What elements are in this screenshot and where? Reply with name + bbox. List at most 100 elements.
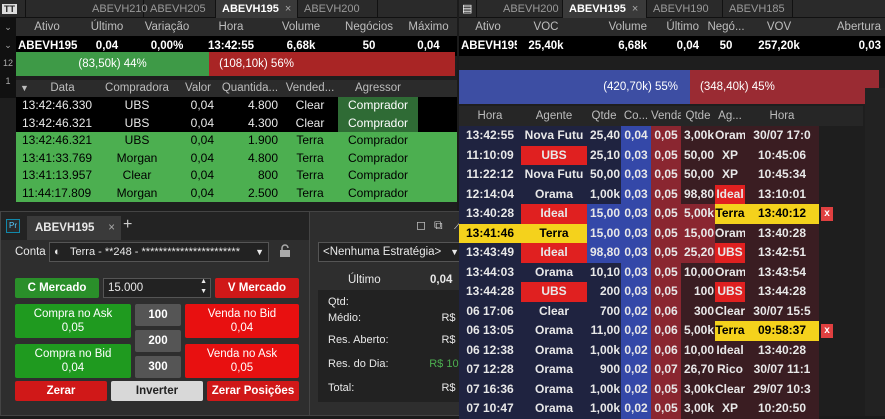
detach-icon[interactable]: ⧉ [434,218,443,233]
strategy-select[interactable]: <Nenhuma Estratégia> ▼ [318,242,464,262]
inverter-button[interactable]: Inverter [111,381,203,401]
book-row[interactable]: 13:42:55Nova Futu25,400,040,053,00kOrama… [459,126,863,146]
col-compradora[interactable]: Compradora [96,80,178,97]
account-select[interactable]: ◐ Terra - **248 - **********************… [49,242,269,262]
book-row[interactable]: 07 12:28 Orama 900 0,02 0,07 26,70 Rico 30/07 1… [459,360,863,380]
quote-abertura: 0,03 [858,40,881,52]
c-mercado-button[interactable]: C Mercado [15,278,99,298]
qty-200-button[interactable]: 200 [135,330,181,352]
col-venda[interactable]: Venda [651,106,681,126]
col-agente[interactable]: Agente [521,106,587,126]
book-cell: 0,03 [621,184,651,204]
lock-icon[interactable] [279,244,291,258]
tab-abevh190[interactable]: ABEVH190 [647,0,723,18]
tab-abevh200[interactable]: ABEVH200 [298,0,378,18]
book-row[interactable]: 11:22:12 Nova Futu 50,00 0,03 0,05 50,00 XP 10:… [459,165,863,185]
venda-ask-button[interactable]: Venda no Ask 0,05 [185,344,299,378]
col-maximo[interactable]: Máximo [400,18,457,36]
close-icon[interactable]: × [108,216,115,240]
col-compra[interactable]: Co... [621,106,651,126]
col-qtde[interactable]: Qtde [587,106,621,126]
table-row[interactable]: 11:44:17.809 Morgan 0,04 2.500 Terra Comprado… [16,184,457,202]
col-hora[interactable]: Hora [745,106,819,126]
book-row[interactable]: 06 13:05 Orama 11,00 0,02 0,06 5,00k Terra 09:5… [459,321,863,341]
order-tab[interactable]: ABEVH195 × [27,216,121,240]
col-ultimo[interactable]: Último [78,18,136,36]
table-row[interactable]: 13:42:46.321 UBS 0,04 4.300 Clear Comprador [16,114,457,132]
col-abertura[interactable]: Abertura [809,18,885,36]
zerar-posicoes-button[interactable]: Zerar Posições [207,381,299,401]
chevron-icon[interactable]: ⌄ [0,18,16,36]
tab-abevh195[interactable]: ABEVH195 × [216,0,298,18]
table-cell: 4.800 [247,98,278,112]
book-row[interactable]: 12:14:04 Orama 1,00k 0,03 0,05 98,80 Ideal 13:1… [459,184,863,204]
close-icon[interactable]: × [632,3,638,15]
chevron-icon[interactable]: ⌄ [0,36,16,54]
account-value: Terra - **248 - *********************** [70,246,240,258]
col-agressor[interactable]: Agressor [338,80,418,97]
book-row[interactable]: 13:40:28 Ideal 15,00 0,03 0,05 5,00k Terra 13:4… [459,204,863,224]
tab-abevh195[interactable]: ABEVH195 × [563,0,647,18]
book-row[interactable]: 13:44:28 UBS 200 0,03 0,05 100 UBS 13:44:28 [459,282,863,302]
col-hora[interactable]: Hora [459,106,521,126]
tab-abevh185[interactable]: ABEVH185 [723,0,793,18]
col-qtde[interactable]: Qtde [681,106,715,126]
col-vov[interactable]: VOV [749,18,809,36]
tab-abevh200[interactable]: ABEVH200 [477,0,563,18]
col-voc[interactable]: VOC [517,18,575,36]
book-row[interactable]: 13:41:46Terra15,000,030,0515,00Orama13:4… [459,223,863,243]
book-cell: 13:42:55 [459,126,521,146]
compra-ask-button[interactable]: Compra no Ask 0,05 [15,304,131,338]
col-agente[interactable]: Ag... [715,106,745,126]
table-cell: Comprador [338,184,418,202]
app-logo[interactable]: TT [0,0,26,18]
col-volume[interactable]: Volume [575,18,651,36]
table-row[interactable]: 13:41:13.957 Clear 0,04 800 Terra Comprador [16,167,457,185]
close-icon[interactable]: x [821,207,833,221]
tab-label: ABEVH185 [729,2,785,15]
book-row[interactable]: 11:10:09 UBS 25,10 0,03 0,05 50,00 XP 10:45:06 [459,145,863,165]
col-volume[interactable]: Volume [264,18,338,36]
table-row[interactable]: 13:41:33.769 Morgan 0,04 4.800 Terra Comprado… [16,149,457,167]
zerar-button[interactable]: Zerar [15,381,107,401]
col-variacao[interactable]: Variação [136,18,198,36]
table-row[interactable]: 13:42:46.321 UBS 0,04 1.900 Terra Comprador [16,132,457,150]
scrollbar[interactable] [865,88,885,416]
book-cell: 0,06 [651,321,681,341]
v-mercado-button[interactable]: V Mercado [215,278,299,298]
col-negocios[interactable]: Negócios [338,18,400,36]
stepper-icon[interactable]: ▲ ▼ [200,277,207,297]
qty-100-button[interactable]: 100 [135,304,181,326]
quantity-input[interactable]: 15.000 ▲ ▼ [103,278,211,298]
tab-abevh210[interactable]: ABEVH210 [86,0,148,18]
col-vendedora[interactable]: Vended... [282,80,338,97]
qty-300-button[interactable]: 300 [135,356,181,378]
book-cell: Terra [715,204,745,224]
book-cell: 10,10 [587,262,621,282]
close-icon[interactable]: x [821,324,833,338]
col-ativo[interactable]: Ativo [459,18,517,36]
venda-bid-button[interactable]: Venda no Bid 0,04 [185,304,299,338]
maximize-icon[interactable]: ◻ [416,218,426,232]
col-ultimo[interactable]: Último [651,18,703,36]
table-row[interactable]: 13:42:46.330 UBS 0,04 4.800 Clear Comprador [16,97,457,115]
add-tab-icon[interactable]: + [123,216,132,234]
book-row[interactable]: 06 12:38 Orama 1,00k 0,02 0,06 10,00 Ideal 13:4… [459,340,863,360]
col-valor[interactable]: Valor [178,80,218,97]
col-hora[interactable]: Hora [198,18,264,36]
book-row[interactable]: 13:43:49 Ideal 98,80 0,03 0,05 25,20 UBS 13:42:… [459,243,863,263]
tab-abevh205[interactable]: ABEVH205 [144,0,216,18]
table-cell: Terra [296,133,324,147]
book-cell: UBS [521,145,587,165]
col-negocios[interactable]: Negó... [703,18,749,36]
col-data[interactable]: ▼ Data [16,80,96,97]
col-quantidade[interactable]: Quantida... [218,80,282,97]
compra-bid-button[interactable]: Compra no Bid 0,04 [15,344,131,378]
col-ativo[interactable]: Ativo [16,18,78,36]
close-icon[interactable]: × [285,3,291,15]
buy-pressure: (83,50k) 44% [16,52,210,76]
panel-menu-icon[interactable]: ▤ [459,0,477,18]
book-row[interactable]: 07 16:36 Orama 1,00k 0,02 0,05 3,00k Clear 29/0… [459,379,863,399]
book-row[interactable]: 13:44:03Orama10,100,030,0510,00Orama13:4… [459,262,863,282]
book-row[interactable]: 06 17:06 Clear 700 0,02 0,06 300 Clear 30/07 15… [459,301,863,321]
